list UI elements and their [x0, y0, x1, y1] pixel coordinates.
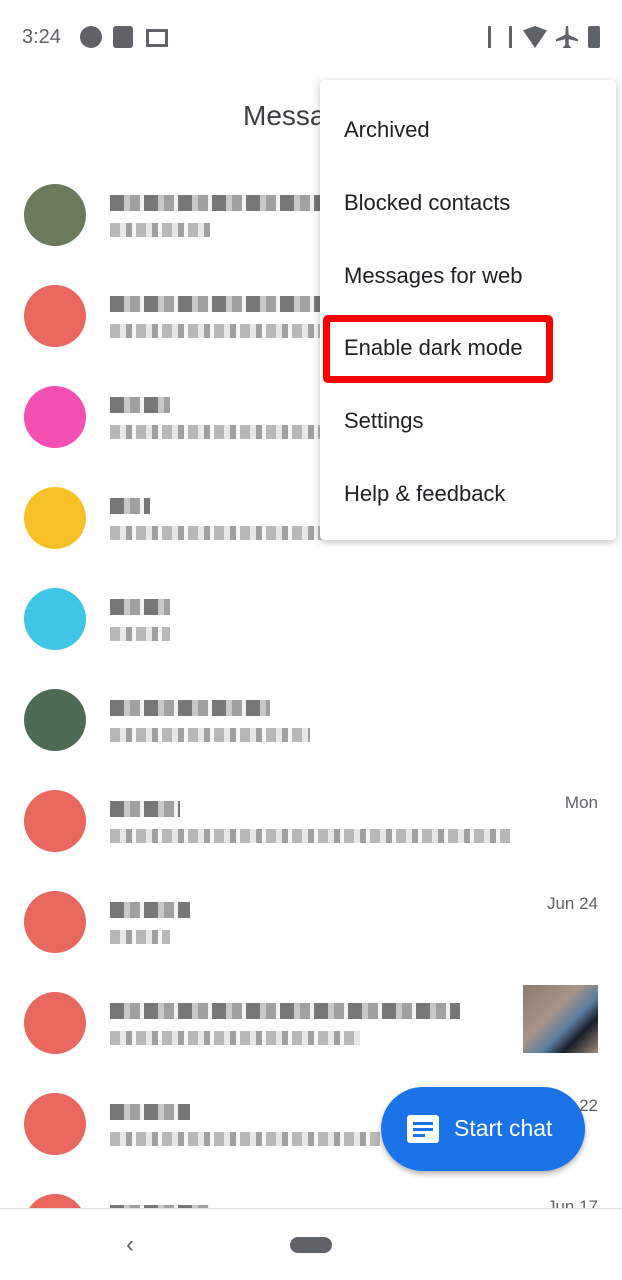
- chat-icon: [407, 1115, 439, 1143]
- vibrate-icon: [488, 26, 512, 48]
- back-icon[interactable]: ‹: [126, 1231, 134, 1259]
- conversation-row[interactable]: Jun 24: [0, 872, 622, 972]
- image-thumbnail: [523, 985, 598, 1053]
- contact-name-redacted: [110, 296, 320, 312]
- cast-icon: [146, 29, 168, 47]
- menu-item-archived[interactable]: Archived: [344, 110, 430, 150]
- fi-icon: [113, 26, 133, 48]
- conversation-row[interactable]: Mon: [0, 771, 622, 871]
- battery-icon: [588, 26, 600, 48]
- contact-name-redacted: [110, 195, 330, 211]
- contact-name-redacted: [110, 700, 270, 716]
- navigation-bar: ‹: [0, 1208, 622, 1280]
- avatar: [24, 891, 86, 953]
- contact-name-redacted: [110, 397, 170, 413]
- message-snippet-redacted: [110, 526, 340, 540]
- avatar: [24, 1093, 86, 1155]
- avatar: [24, 689, 86, 751]
- avatar: [24, 588, 86, 650]
- contact-name-redacted: [110, 801, 180, 817]
- menu-item-enable-dark-mode[interactable]: Enable dark mode: [344, 328, 523, 368]
- message-snippet-redacted: [110, 324, 320, 338]
- spotify-icon: [80, 26, 102, 48]
- status-bar: 3:24: [0, 0, 622, 76]
- conversation-date: Jun 24: [546, 894, 598, 913]
- avatar: [24, 386, 86, 448]
- message-snippet-redacted: [110, 425, 320, 439]
- menu-item-settings[interactable]: Settings: [344, 401, 424, 441]
- avatar: [24, 285, 86, 347]
- avatar: [24, 184, 86, 246]
- message-snippet-redacted: [110, 728, 310, 742]
- wifi-icon: [523, 26, 547, 48]
- conversation-row[interactable]: [0, 569, 622, 669]
- conversation-row[interactable]: [0, 670, 622, 770]
- message-snippet-redacted: [110, 829, 510, 843]
- message-snippet-redacted: [110, 223, 210, 237]
- contact-name-redacted: [110, 599, 170, 615]
- status-time: 3:24: [22, 26, 61, 48]
- message-snippet-redacted: [110, 1031, 360, 1045]
- menu-item-help-feedback[interactable]: Help & feedback: [344, 474, 505, 514]
- menu-item-messages-for-web[interactable]: Messages for web: [344, 256, 523, 296]
- start-chat-label: Start chat: [454, 1115, 553, 1141]
- conversation-date: Mon: [564, 793, 598, 812]
- contact-name-redacted: [110, 1003, 460, 1019]
- contact-name-redacted: [110, 1104, 190, 1120]
- avatar: [24, 992, 86, 1054]
- message-snippet-redacted: [110, 930, 170, 944]
- message-snippet-redacted: [110, 1132, 380, 1146]
- overflow-menu: Archived Blocked contacts Messages for w…: [320, 80, 616, 540]
- avatar: [24, 487, 86, 549]
- start-chat-button[interactable]: Start chat: [381, 1087, 585, 1171]
- avatar: [24, 790, 86, 852]
- contact-name-redacted: [110, 498, 150, 514]
- menu-item-blocked-contacts[interactable]: Blocked contacts: [344, 183, 510, 223]
- home-pill-icon[interactable]: [290, 1237, 332, 1253]
- airplane-icon: [556, 26, 578, 48]
- message-snippet-redacted: [110, 627, 170, 641]
- contact-name-redacted: [110, 902, 190, 918]
- conversation-row[interactable]: [0, 973, 622, 1073]
